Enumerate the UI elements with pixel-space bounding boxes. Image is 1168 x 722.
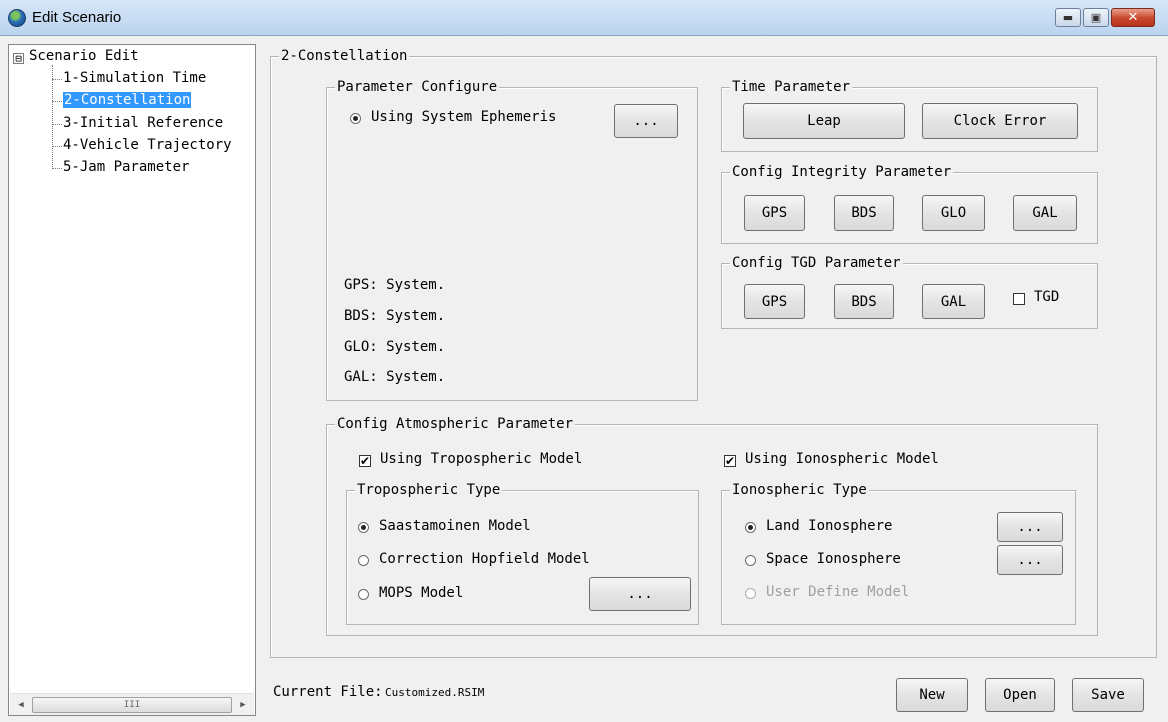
system-ephemeris-radio[interactable] [350,113,361,124]
tree-item-initial-reference[interactable]: 3-Initial Reference [63,115,223,131]
gps-status: GPS: System. [344,277,446,293]
saastamoinen-radio[interactable] [358,522,369,533]
tree-connector [52,79,62,80]
space-ionosphere-settings-button[interactable]: ... [997,545,1063,575]
tree-item-jam-parameter[interactable]: 5-Jam Parameter [63,159,189,175]
land-ionosphere-settings-button[interactable]: ... [997,512,1063,542]
collapse-icon[interactable]: ⊟ [13,53,24,64]
minimize-button[interactable]: ▬ [1055,8,1081,27]
ephemeris-browse-button[interactable]: ... [614,104,678,138]
integrity-glo-button[interactable]: GLO [922,195,985,231]
integrity-gal-button[interactable]: GAL [1013,195,1077,231]
time-parameter-title: Time Parameter [730,78,853,96]
horizontal-scrollbar[interactable]: ◀ III ▶ [10,693,254,715]
close-icon: ✕ [1127,10,1139,25]
ionospheric-model-label[interactable]: Using Ionospheric Model [745,451,939,467]
tree-connector [52,146,62,147]
ionospheric-model-checkbox[interactable] [724,453,736,469]
system-ephemeris-label[interactable]: Using System Ephemeris [371,109,556,125]
land-ionosphere-radio[interactable] [745,522,756,533]
maximize-icon: ▣ [1090,11,1102,24]
minimize-icon: ▬ [1062,11,1074,24]
tropospheric-type-title: Tropospheric Type [355,481,503,499]
tree-connector [52,124,62,125]
scenario-tree[interactable]: ⊟ Scenario Edit 1-Simulation Time 2-Cons… [8,44,256,716]
integrity-gps-button[interactable]: GPS [744,195,805,231]
mops-settings-button[interactable]: ... [589,577,691,611]
tree-root-scenario-edit[interactable]: Scenario Edit [29,48,139,64]
space-ionosphere-label[interactable]: Space Ionosphere [766,551,901,567]
land-ionosphere-label[interactable]: Land Ionosphere [766,518,892,534]
scroll-left-icon[interactable]: ◀ [14,698,28,712]
globe-icon [8,9,26,27]
space-ionosphere-radio[interactable] [745,555,756,566]
hopfield-radio[interactable] [358,555,369,566]
gal-status: GAL: System. [344,369,446,385]
integrity-parameter-title: Config Integrity Parameter [730,163,954,181]
tree-connector [52,101,62,102]
mops-radio[interactable] [358,589,369,600]
close-button[interactable]: ✕ [1111,8,1155,27]
save-button[interactable]: Save [1072,678,1144,712]
atmospheric-parameter-title: Config Atmospheric Parameter [335,415,576,433]
leap-button[interactable]: Leap [743,103,905,139]
tree-item-simulation-time[interactable]: 1-Simulation Time [63,70,206,86]
mops-label[interactable]: MOPS Model [379,585,463,601]
constellation-group-title: 2-Constellation [279,47,410,65]
saastamoinen-label[interactable]: Saastamoinen Model [379,518,531,534]
hopfield-label[interactable]: Correction Hopfield Model [379,551,590,567]
tropospheric-model-label[interactable]: Using Tropospheric Model [380,451,582,467]
tree-item-vehicle-trajectory[interactable]: 4-Vehicle Trajectory [63,137,232,153]
tgd-bds-button[interactable]: BDS [834,284,894,319]
ionospheric-type-title: Ionospheric Type [730,481,869,499]
user-define-model-label: User Define Model [766,584,910,600]
tgd-gps-button[interactable]: GPS [744,284,805,319]
tree-connector [52,65,53,169]
integrity-bds-button[interactable]: BDS [834,195,894,231]
user-define-model-radio [745,588,756,599]
tropospheric-model-checkbox[interactable] [359,453,371,469]
tree-item-constellation[interactable]: 2-Constellation [63,92,192,108]
maximize-button[interactable]: ▣ [1083,8,1109,27]
tgd-checkbox[interactable] [1013,293,1025,305]
current-file-value: Customized.RSIM [385,686,485,699]
bds-status: BDS: System. [344,308,446,324]
tgd-parameter-title: Config TGD Parameter [730,254,903,272]
scroll-thumb[interactable]: III [32,697,232,713]
parameter-configure-title: Parameter Configure [335,78,500,96]
open-button[interactable]: Open [985,678,1055,712]
new-button[interactable]: New [896,678,968,712]
scroll-right-icon[interactable]: ▶ [236,698,250,712]
clock-error-button[interactable]: Clock Error [922,103,1078,139]
glo-status: GLO: System. [344,339,446,355]
current-file-label: Current File: [273,684,383,700]
tgd-gal-button[interactable]: GAL [922,284,985,319]
window-title: Edit Scenario [32,9,122,26]
title-bar[interactable]: Edit Scenario ▬ ▣ ✕ [0,0,1168,36]
tree-connector [52,168,62,169]
tgd-checkbox-label[interactable]: TGD [1034,289,1059,305]
